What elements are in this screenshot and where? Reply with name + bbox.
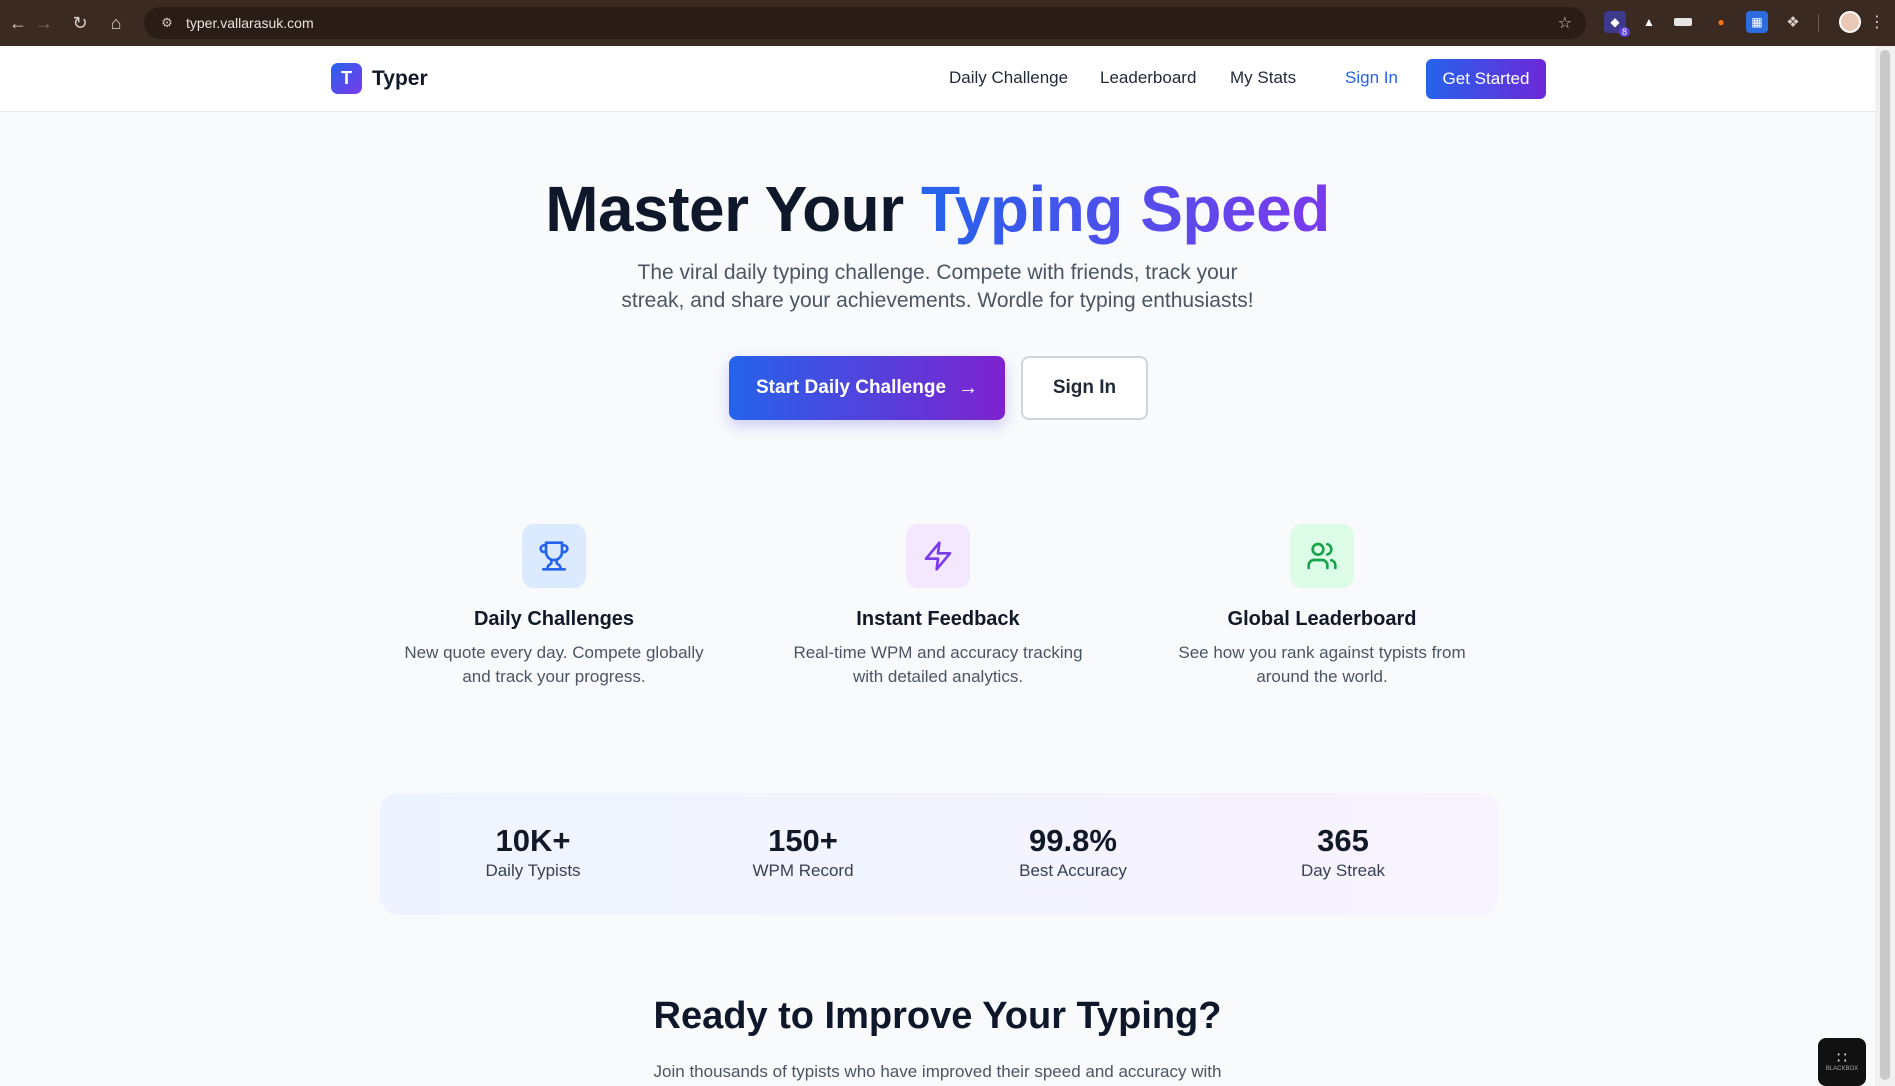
hero-subtitle-line-2: streak, and share your achievements. Wor… [621,289,1254,312]
brand-name: Typer [372,66,428,90]
cta-title: Ready to Improve Your Typing? [653,995,1222,1037]
feature-global-leaderboard: Global Leaderboard See how you rank agai… [1162,524,1482,689]
widget-logo-icon: ∷ [1836,1050,1848,1067]
feature-desc-line-2: and track your progress. [462,667,646,686]
feature-icon-box [522,524,586,588]
arrow-right-icon: → [958,376,979,399]
url-text[interactable]: typer.vallarasuk.com [186,15,314,31]
hero-title: Master Your Typing Speed [0,172,1875,246]
get-started-button[interactable]: Get Started [1426,59,1546,99]
scrollbar-thumb[interactable] [1880,50,1890,1080]
hero-sign-in-button[interactable]: Sign In [1021,356,1148,420]
browser-toolbar: ← → ↻ ⌂ ⚙ typer.vallarasuk.com ☆ ◆ 8 ▲ ● … [0,0,1895,46]
blackbox-widget[interactable]: ∷ BLACKBOX [1818,1038,1866,1086]
logo[interactable]: T Typer [331,63,428,94]
stat-value: 10K+ [495,823,571,858]
home-icon[interactable]: ⌂ [98,5,134,41]
feature-instant-feedback: Instant Feedback Real-time WPM and accur… [778,524,1098,689]
stat-value: 150+ [768,823,838,858]
feature-description: Real-time WPM and accuracy tracking with … [783,641,1093,689]
feature-title: Daily Challenges [473,608,635,630]
stat-label: Day Streak [1300,861,1386,880]
feature-title: Instant Feedback [856,608,1020,630]
stat-value: 99.8% [1029,823,1117,858]
stat-value: 365 [1317,823,1369,858]
stat-label: WPM Record [752,861,854,880]
hero-title-highlight: Typing Speed [920,173,1330,245]
menu-kebab-icon[interactable]: ⋮ [1869,12,1885,32]
hero-subtitle-line-1: The viral daily typing challenge. Compet… [637,261,1238,284]
site-header: T Typer Daily Challenge Leaderboard My S… [0,46,1875,112]
feature-desc-line-2: with detailed analytics. [852,667,1024,686]
stat-label: Best Accuracy [1019,861,1127,880]
extensions-puzzle-icon[interactable]: ❖ [1782,11,1804,33]
profile-avatar[interactable] [1839,11,1861,33]
feature-icon-box [1290,524,1354,588]
feature-icon-box [906,524,970,588]
extension-icon-3[interactable] [1672,11,1694,33]
address-bar[interactable]: ⚙ typer.vallarasuk.com ☆ [144,7,1586,39]
stat-day-streak: 365 Day Streak [1223,823,1463,881]
stat-wpm-record: 150+ WPM Record [683,823,923,881]
feature-desc-line-1: Real-time WPM and accuracy tracking [793,643,1083,662]
extension-icon-1[interactable]: ◆ 8 [1604,11,1630,37]
nav-my-stats[interactable]: My Stats [1230,68,1296,88]
extension-icon-2[interactable]: ▲ [1638,11,1660,33]
lightning-icon [924,541,952,571]
feature-title: Global Leaderboard [1227,608,1417,630]
extension-icon-4[interactable]: ● [1710,11,1732,33]
widget-label: BLACKBOX [1825,1066,1859,1072]
start-daily-challenge-label: Start Daily Challenge [755,377,947,398]
header-sign-in-link[interactable]: Sign In [1345,68,1398,88]
stat-label: Daily Typists [485,861,581,880]
stat-daily-typists: 10K+ Daily Typists [413,823,653,881]
bookmark-star-icon[interactable]: ☆ [1558,13,1572,33]
feature-desc-line-1: New quote every day. Compete globally [404,643,704,662]
hero-title-plain: Master Your [545,173,921,245]
feature-desc-line-1: See how you rank against typists from [1178,643,1466,662]
hero-subtitle: The viral daily typing challenge. Compet… [600,259,1275,315]
stats-panel: 10K+ Daily Typists 150+ WPM Record 99.8%… [380,793,1498,915]
extension-icon-5[interactable]: ▦ [1746,11,1768,33]
cta-subtitle: Join thousands of typists who have impro… [653,1062,1222,1081]
extension-badge: 8 [1618,27,1630,37]
nav-daily-challenge[interactable]: Daily Challenge [949,68,1068,88]
stat-best-accuracy: 99.8% Best Accuracy [953,823,1193,881]
feature-desc-line-2: around the world. [1256,667,1388,686]
reload-icon[interactable]: ↻ [62,5,98,41]
feature-description: See how you rank against typists from aro… [1167,641,1477,689]
nav-leaderboard[interactable]: Leaderboard [1100,68,1196,88]
toolbar-divider [1818,14,1819,32]
page-scrollbar[interactable] [1875,46,1895,1086]
users-icon [1307,542,1337,570]
feature-daily-challenges: Daily Challenges New quote every day. Co… [394,524,714,689]
start-daily-challenge-button[interactable]: Start Daily Challenge → [729,356,1005,420]
forward-icon[interactable]: → [26,5,62,41]
site-settings-icon[interactable]: ⚙ [158,14,176,32]
logo-mark: T [331,63,362,94]
feature-description: New quote every day. Compete globally and… [399,641,709,689]
trophy-icon [539,541,569,571]
